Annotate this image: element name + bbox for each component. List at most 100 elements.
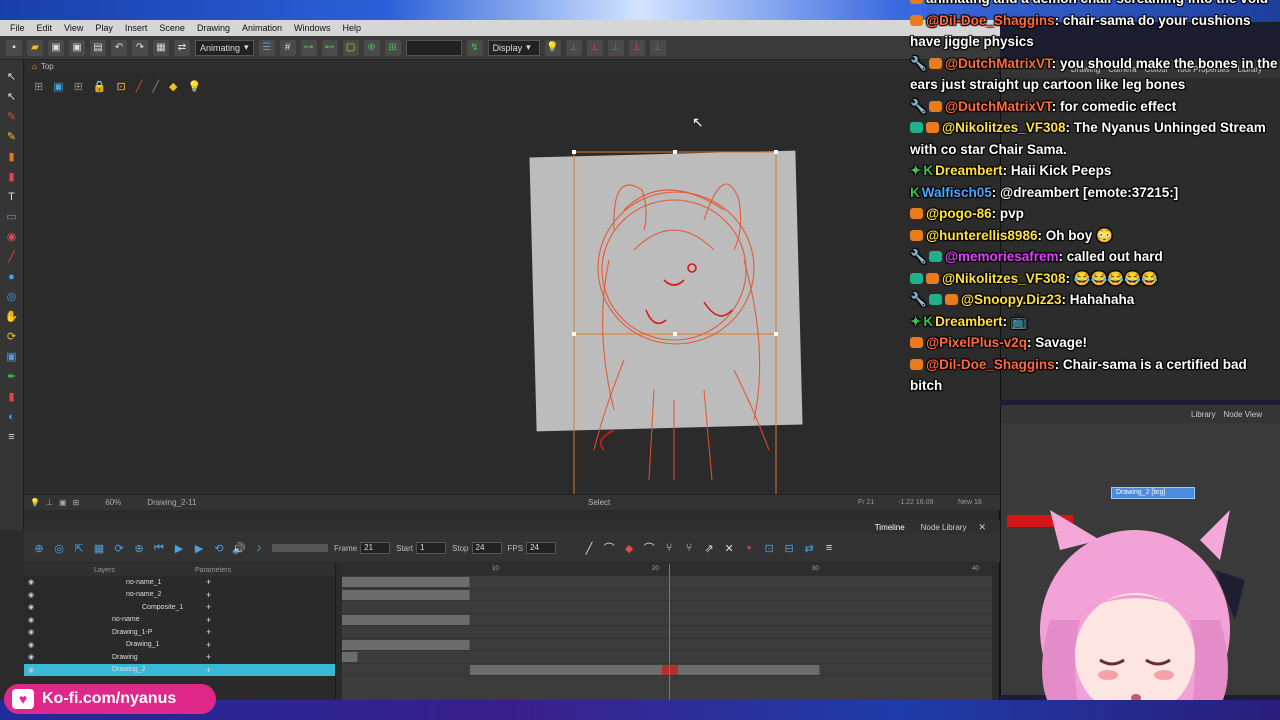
menu-edit[interactable]: Edit <box>31 23 59 33</box>
target-icon[interactable]: ◎ <box>52 542 66 555</box>
paint-tool-icon[interactable]: ▮ <box>5 150 19 164</box>
grid-view-icon[interactable]: ⊞ <box>34 80 43 93</box>
add-param-icon[interactable]: + <box>206 627 211 637</box>
drawing-viewport[interactable]: ↖ <box>24 98 1000 494</box>
hierarchy-icon[interactable]: ⊷ <box>321 39 338 56</box>
tab-node-library[interactable]: Node Library <box>917 523 971 532</box>
workspace-manager-icon[interactable]: ☰ <box>258 39 275 56</box>
undo-icon[interactable]: ↶ <box>111 39 127 56</box>
visibility-icon[interactable]: ◉ <box>28 603 34 611</box>
playhead[interactable] <box>669 564 670 704</box>
drawing-node[interactable]: Drawing_2 [brg] <box>1111 487 1195 499</box>
menu-icon[interactable]: ≡ <box>822 542 836 554</box>
onion-prev2-icon[interactable]: ⊥ <box>628 39 645 56</box>
frame-row[interactable] <box>342 576 992 589</box>
frame-ruler[interactable]: 10 20 30 40 <box>342 564 992 576</box>
expand-icon[interactable]: ⇱ <box>72 542 86 555</box>
shape-tool-icon[interactable]: ▭ <box>5 210 19 224</box>
playback-speed-slider[interactable] <box>272 544 328 552</box>
onion-next-icon[interactable]: ⊥ <box>607 39 624 56</box>
frame-row[interactable] <box>342 589 992 601</box>
export-icon[interactable]: ▤ <box>90 39 106 56</box>
onion-prev-icon[interactable]: ⊥ <box>586 39 603 56</box>
play-icon[interactable]: ▶ <box>172 542 186 555</box>
ease-icon[interactable]: ⌒ <box>602 540 616 556</box>
grid-status-icon[interactable]: ⊞ <box>73 498 80 507</box>
add-param-icon[interactable]: + <box>206 590 211 600</box>
select-tool-icon[interactable]: ↖ <box>5 70 19 84</box>
close-icon[interactable]: ✕ <box>978 522 986 533</box>
frame-row[interactable] <box>342 601 992 614</box>
text-tool-icon[interactable]: T <box>5 190 19 204</box>
add-param-icon[interactable]: + <box>206 665 211 675</box>
layer-row[interactable]: ◉ Drawing_1 + <box>24 639 335 652</box>
brush-tool-icon[interactable]: ✎ <box>5 110 19 124</box>
grid-icon[interactable]: # <box>279 39 296 56</box>
visibility-icon[interactable]: ◉ <box>28 666 34 674</box>
scene-icon[interactable]: ▦ <box>92 542 106 555</box>
frame-row[interactable] <box>342 639 992 651</box>
frame-status-icon[interactable]: ▣ <box>59 498 67 507</box>
pencil-mode-icon[interactable]: ╱ <box>152 80 159 93</box>
layers-tool-icon[interactable]: ≡ <box>5 430 19 444</box>
dropper-tool-icon[interactable]: ● <box>5 270 19 284</box>
loop-icon[interactable]: ⟲ <box>212 542 226 555</box>
fps-input[interactable]: 24 <box>526 542 557 554</box>
layer-row[interactable]: ◉ Drawing_2 + <box>24 663 335 676</box>
delete-icon[interactable]: ✕ <box>722 542 736 555</box>
add-param-icon[interactable]: + <box>206 640 211 650</box>
clipboard-icon[interactable]: ▦ <box>153 39 169 56</box>
menu-drawing[interactable]: Drawing <box>191 23 236 33</box>
menu-insert[interactable]: Insert <box>119 23 154 33</box>
flatten-icon[interactable]: ◆ <box>169 80 177 93</box>
frame-row[interactable] <box>342 614 992 626</box>
visibility-icon[interactable]: ◉ <box>28 641 34 649</box>
split-icon[interactable]: ⑂ <box>662 542 676 554</box>
prev-keyframe-icon[interactable]: ⏮ <box>152 542 166 555</box>
add-param-icon[interactable]: + <box>206 615 211 625</box>
layer-row[interactable]: ◉ no-name_1 + <box>24 576 335 589</box>
node-link-icon[interactable]: ⊶ <box>300 39 317 56</box>
eraser-tool-icon[interactable]: ▮ <box>5 170 19 184</box>
pivot-icon[interactable]: ⊞ <box>384 39 401 56</box>
line-tool-icon[interactable]: ╱ <box>5 250 19 264</box>
pencil-tool-icon[interactable]: ✎ <box>5 130 19 144</box>
visibility-icon[interactable]: ◉ <box>28 628 34 636</box>
pencil-tl-icon[interactable]: ╱ <box>582 542 596 555</box>
frame-row[interactable] <box>342 626 992 639</box>
visibility-icon[interactable]: ◉ <box>28 616 34 624</box>
layer-row[interactable]: ◉ no-name_2 + <box>24 589 335 602</box>
camera-view-tab[interactable]: ⌂ Top <box>26 60 1000 72</box>
paint-bucket-icon[interactable]: ◉ <box>5 230 19 244</box>
hand-tool-icon[interactable]: ✋ <box>5 310 19 324</box>
start-input[interactable]: 1 <box>416 542 447 554</box>
menu-play[interactable]: Play <box>89 23 119 33</box>
collapse-icon[interactable]: ⊟ <box>782 542 796 555</box>
contour-tool-icon[interactable]: ↖ <box>5 90 19 104</box>
blank-dropdown[interactable] <box>405 39 462 56</box>
layer-row[interactable]: ◉ Drawing + <box>24 651 335 664</box>
add-layer-icon[interactable]: ⊕ <box>32 542 46 555</box>
key-icon[interactable]: ◆ <box>622 542 636 555</box>
menu-file[interactable]: File <box>4 23 31 33</box>
bulb-icon[interactable]: 💡 <box>187 80 201 93</box>
onion-skin-icon[interactable]: ⊥ <box>565 39 582 56</box>
menu-scene[interactable]: Scene <box>153 23 191 33</box>
bulb-status-icon[interactable]: 💡 <box>30 498 40 507</box>
curve-icon[interactable]: ⌒ <box>642 540 656 556</box>
cycle-icon[interactable]: ⟳ <box>112 542 126 555</box>
display-dropdown[interactable]: Display ▾ <box>487 39 540 56</box>
eraser-mode-icon[interactable]: ╱ <box>136 80 143 93</box>
sound-icon[interactable]: 🔊 <box>232 542 246 555</box>
light-table-icon[interactable]: ▣ <box>53 80 63 93</box>
menu-view[interactable]: View <box>58 23 89 33</box>
light-icon[interactable]: 💡 <box>544 39 561 56</box>
onion-status-icon[interactable]: ⊥ <box>46 498 53 507</box>
stroke-tool-icon[interactable]: ✒ <box>5 370 19 384</box>
play-sound-icon[interactable]: ▶ <box>192 542 206 555</box>
animate-mode-icon[interactable]: ↯ <box>466 39 483 56</box>
morph-tool-icon[interactable]: ◐ <box>5 410 19 424</box>
swap-icon[interactable]: ⇄ <box>174 39 190 56</box>
redo-icon[interactable]: ↷ <box>132 39 148 56</box>
timeline-frames[interactable]: 10 20 30 40 <box>342 564 992 704</box>
